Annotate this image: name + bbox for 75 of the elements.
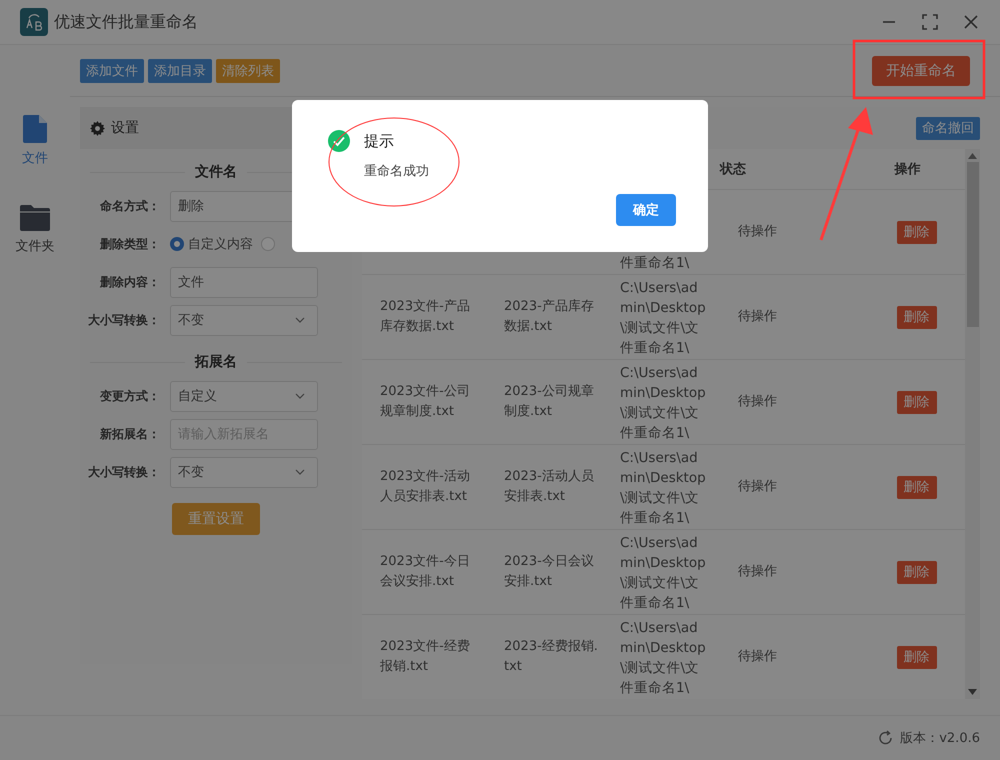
new-name-cell-text: 2023-公司规章制度.txt [504, 383, 595, 421]
dialog-title: 提示 [364, 132, 394, 150]
app-logo-icon [20, 8, 48, 36]
chevron-down-icon [295, 393, 305, 399]
status-cell-text: 待操作 [738, 393, 777, 411]
section-heading: 文件名 [195, 163, 237, 181]
success-check-icon [328, 130, 350, 152]
field-label: 大小写转换： [87, 312, 160, 328]
undo-rename-button[interactable]: 命名撤回 [916, 116, 980, 140]
window-title: 优速文件批量重命名 [54, 12, 198, 32]
new-name-cell-text: 2023-今日会议安排.txt [504, 553, 595, 591]
dialog-message: 重命名成功 [364, 163, 430, 180]
original-name-cell-text: 2023文件-公司规章制度.txt [380, 383, 470, 421]
path-cell-text: C:\Users\admin\Desktop\测试文件\文件重命名1\ [620, 449, 707, 528]
column-header: 操作 [894, 161, 920, 178]
delete-button[interactable]: 删除 [896, 306, 936, 328]
reset-settings-button[interactable]: 重置设置 [172, 503, 260, 535]
field-label: 命名方式： [99, 198, 160, 214]
path-cell-text: C:\Users\admin\Desktop\测试文件\文件重命名1\ [620, 279, 707, 358]
input-field[interactable]: 文件 [170, 266, 318, 298]
scroll-thumb[interactable] [966, 162, 978, 327]
radio-label: 自定义内容 [188, 236, 253, 253]
field-label: 大小写转换： [87, 464, 160, 480]
field-label: 变更方式： [98, 388, 160, 404]
delete-button[interactable]: 删除 [896, 560, 936, 584]
delete-button[interactable]: 删除 [896, 220, 936, 244]
settings-title: 设置 [111, 119, 139, 137]
original-name-cell-text: 2023文件-产品库存数据.txt [380, 298, 470, 336]
field-label: 删除类型： [98, 236, 160, 252]
maximize-icon[interactable] [922, 14, 938, 30]
delete-button[interactable]: 删除 [896, 476, 936, 498]
radio-button[interactable] [170, 237, 184, 251]
status-cell-text: 待操作 [738, 223, 777, 241]
original-name-cell-text: 2023文件-今日会议安排.txt [380, 553, 470, 591]
status-cell-text: 待操作 [738, 563, 777, 581]
path-cell-text: C:\Users\admin\Desktop\测试文件\文件重命名1\ [620, 619, 707, 698]
status-cell-text: 待操作 [738, 308, 777, 326]
toolbar-button[interactable]: 添加文件 [80, 58, 144, 82]
field-label: 新拓展名： [99, 426, 160, 442]
original-name-cell-text: 2023文件-活动人员安排表.txt [380, 468, 470, 506]
refresh-icon[interactable] [878, 730, 894, 746]
dropdown[interactable]: 不变 [170, 304, 318, 336]
path-cell-text: C:\Users\admin\Desktop\测试文件\文件重命名1\ [620, 364, 707, 443]
delete-button[interactable]: 删除 [896, 390, 936, 414]
new-name-cell-text: 2023-产品库存数据.txt [504, 298, 595, 336]
dropdown[interactable]: 不变 [170, 456, 318, 488]
column-header: 状态 [720, 161, 747, 178]
sidebar-item[interactable]: 文件 [22, 115, 48, 167]
scroll-down-icon[interactable] [968, 689, 977, 695]
radio-button[interactable] [261, 237, 275, 251]
chevron-down-icon [295, 469, 305, 475]
close-icon[interactable] [964, 15, 978, 29]
sidebar-item[interactable]: 文件夹 [16, 205, 54, 255]
field-label: 删除内容： [98, 274, 160, 290]
confirm-button[interactable]: 确定 [616, 194, 676, 226]
original-name-cell-text: 2023文件-经费报销.txt [380, 638, 470, 676]
status-cell-text: 待操作 [738, 648, 777, 666]
chevron-down-icon [295, 317, 305, 323]
dropdown[interactable]: 自定义 [170, 380, 318, 412]
status-cell-text: 待操作 [738, 478, 777, 496]
toolbar-button[interactable]: 添加目录 [148, 58, 212, 82]
scroll-up-icon[interactable] [968, 153, 977, 159]
version-label: 版本：v2.0.6 [900, 730, 980, 747]
section-heading: 拓展名 [195, 353, 237, 371]
scrollbar[interactable] [965, 149, 980, 699]
path-cell-text: C:\Users\admin\Desktop\测试文件\文件重命名1\ [620, 534, 707, 613]
folder-icon [20, 205, 50, 231]
file-icon [23, 115, 47, 143]
delete-button[interactable]: 删除 [896, 646, 936, 668]
path-cell-text: 件重命名1\ [620, 254, 690, 273]
new-name-cell-text: 2023-活动人员安排表.txt [504, 468, 595, 506]
start-rename-button[interactable]: 开始重命名 [872, 56, 970, 86]
settings-icon [90, 120, 105, 136]
new-name-cell-text: 2023-经费报销.txt [504, 638, 599, 676]
toolbar-button[interactable]: 清除列表 [216, 58, 280, 82]
